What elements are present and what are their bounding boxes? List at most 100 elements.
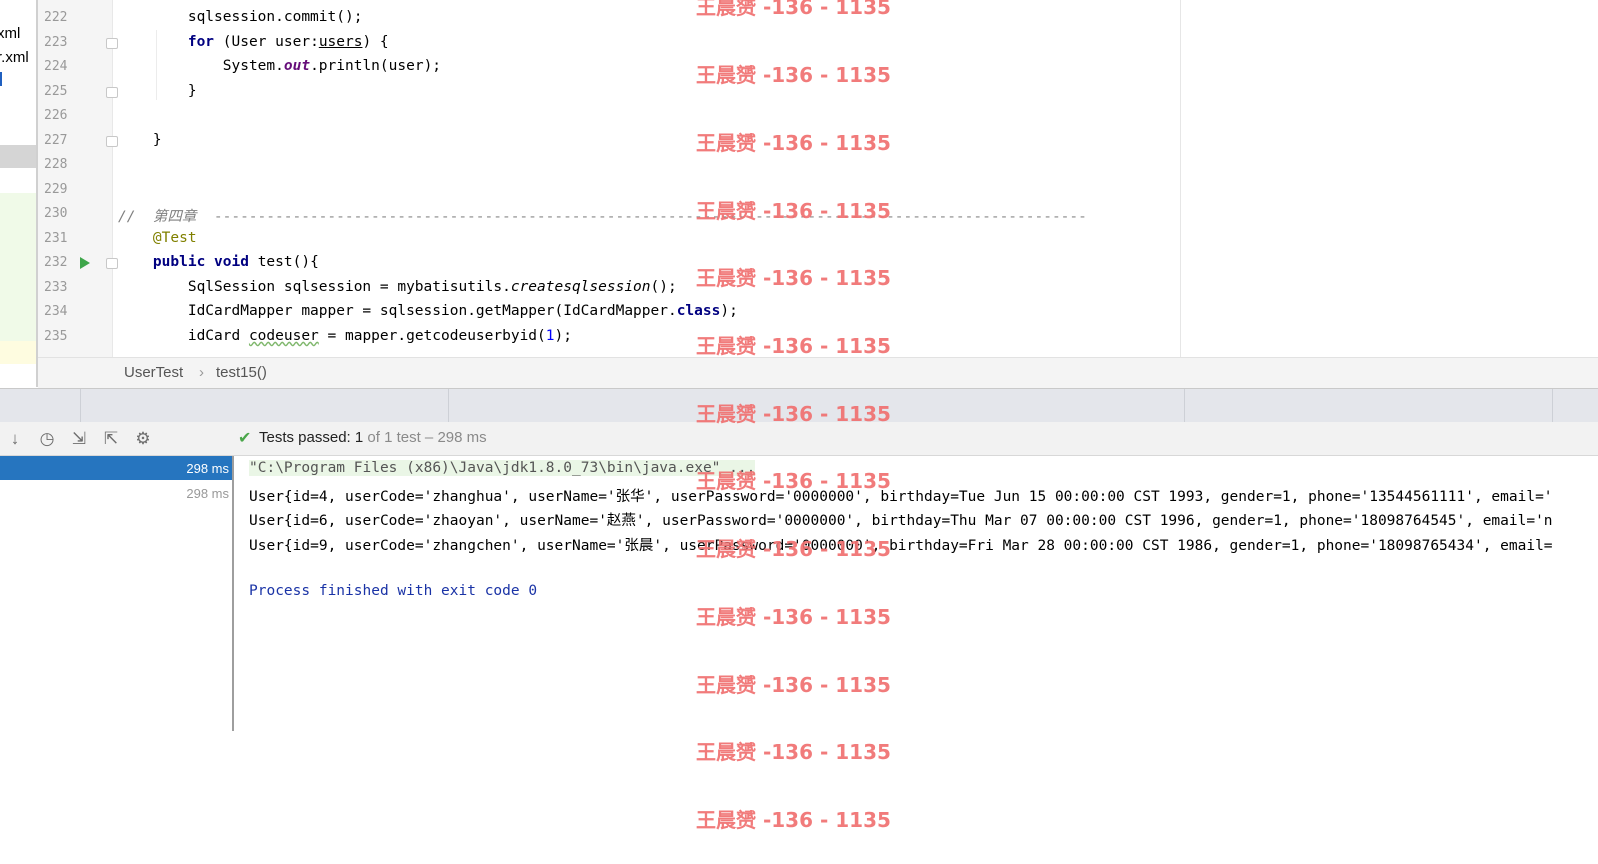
console-line: User{id=6, userCode='zhaoyan', userName=… (249, 513, 1553, 529)
code-line: for (User user:users) { (118, 34, 389, 50)
console-line: User{id=4, userCode='zhanghua', userName… (249, 489, 1553, 505)
number-literal: 1 (545, 328, 555, 344)
watermark: 王晨赟 -136 - 1135 (696, 199, 891, 223)
watermark: 王晨赟 -136 - 1135 (696, 673, 891, 697)
console-line: User{id=9, userCode='zhangchen', userNam… (249, 538, 1553, 554)
keyword: void (214, 254, 249, 270)
watermark: 王晨赟 -136 - 1135 (696, 605, 891, 629)
line-number: 223 (44, 35, 68, 50)
project-item[interactable]: r.xml (0, 49, 29, 66)
keyword: for (187, 34, 215, 50)
export-icon[interactable]: ⇱ (101, 429, 121, 449)
code-line: // 第四章 ---------------------------------… (118, 205, 1087, 226)
code-text: IdCardMapper mapper = sqlsession.getMapp… (118, 303, 677, 319)
code-line: @Test (118, 230, 197, 246)
watermark: 王晨赟 -136 - 1135 (696, 63, 891, 87)
test-duration: 298 ms (186, 461, 229, 476)
right-margin-guide (1180, 0, 1181, 357)
line-number: 234 (44, 304, 68, 319)
splitter[interactable] (232, 456, 234, 731)
line-number: 222 (44, 10, 68, 25)
test-tree-row[interactable]: 298 ms (0, 481, 233, 505)
fold-marker-icon[interactable] (106, 136, 118, 147)
test-tree: 298 ms 298 ms (0, 456, 233, 731)
line-number: 235 (44, 329, 68, 344)
history-icon[interactable]: ◷ (37, 429, 57, 449)
code-line: sqlsession.commit(); (118, 9, 363, 25)
comment-dashes: ----------------------------------------… (213, 209, 1087, 225)
watermark: 王晨赟 -136 - 1135 (696, 402, 891, 426)
code-text: SqlSession sqlsession = mybatisutils. (118, 279, 511, 295)
code-text: codeuser (248, 328, 319, 344)
status-sub: of 1 test – 298 ms (363, 429, 487, 446)
code-text: (User user: (214, 34, 319, 50)
code-line: public void test(){ (118, 254, 319, 270)
line-number: 232 (44, 255, 68, 270)
header-divider (1552, 389, 1553, 422)
code-text: createsqlsession (510, 279, 651, 295)
line-number: 227 (44, 133, 68, 148)
console-output[interactable]: "C:\Program Files (x86)\Java\jdk1.8.0_73… (235, 456, 1598, 756)
project-panel: xml r.xml (0, 0, 37, 387)
vcs-change-band (0, 193, 37, 341)
breadcrumb: UserTest › test15() (38, 357, 1598, 388)
fold-marker-icon[interactable] (106, 258, 118, 269)
code-text: ) { (362, 34, 389, 50)
import-tests-icon[interactable]: ⇲ (69, 429, 89, 449)
watermark: 王晨赟 -136 - 1135 (696, 537, 891, 561)
code-editor[interactable]: 222 223 224 225 226 227 228 229 230 231 … (38, 0, 1598, 357)
watermark: 王晨赟 -136 - 1135 (696, 266, 891, 290)
watermark: 王晨赟 -136 - 1135 (696, 131, 891, 155)
code-text: (); (650, 279, 677, 295)
code-text: out (283, 58, 311, 74)
breadcrumb-method[interactable]: test15() (216, 364, 267, 381)
project-item-marker (0, 72, 2, 86)
code-line: SqlSession sqlsession = mybatisutils.cre… (118, 279, 677, 295)
check-icon: ✔ (238, 430, 252, 447)
code-text: ); (554, 328, 572, 344)
run-test-icon[interactable] (80, 257, 90, 269)
watermark: 王晨赟 -136 - 1135 (696, 334, 891, 358)
code-text: .println(user); (310, 58, 442, 74)
code-text: ); (720, 303, 738, 319)
test-tree-row[interactable]: 298 ms (0, 456, 233, 480)
line-number: 233 (44, 280, 68, 295)
line-number: 224 (44, 59, 68, 74)
line-number: 229 (44, 182, 68, 197)
code-line: IdCardMapper mapper = sqlsession.getMapp… (118, 303, 738, 319)
comment-text: // 第四章 (118, 209, 214, 225)
console-command-line[interactable]: "C:\Program Files (x86)\Java\jdk1.8.0_73… (249, 460, 756, 476)
watermark: 王晨赟 -136 - 1135 (696, 0, 891, 19)
breadcrumb-class[interactable]: UserTest (124, 364, 183, 381)
status-main: Tests passed: 1 (259, 429, 364, 446)
watermark: 王晨赟 -136 - 1135 (696, 740, 891, 764)
project-selected-row[interactable] (0, 145, 37, 168)
code-text: test(){ (248, 254, 319, 270)
gutter-separator (112, 0, 113, 357)
keyword: public (152, 254, 206, 270)
fold-marker-icon[interactable] (106, 87, 118, 98)
arrow-down-icon[interactable]: ↓ (5, 429, 25, 449)
code-line: } (118, 83, 197, 99)
code-line: idCard codeuser = mapper.getcodeuserbyid… (118, 328, 572, 344)
code-text: sqlsession.commit(); (118, 9, 363, 25)
gear-icon[interactable]: ⚙ (133, 429, 153, 449)
line-number: 225 (44, 84, 68, 99)
project-item[interactable]: xml (0, 25, 20, 42)
watermark: 王晨赟 -136 - 1135 (696, 469, 891, 493)
code-text: users (318, 34, 363, 50)
fold-marker-icon[interactable] (106, 38, 118, 49)
line-number: 230 (44, 206, 68, 221)
line-number: 228 (44, 157, 68, 172)
code-text: = mapper.getcodeuserbyid( (318, 328, 546, 344)
annotation: @Test (152, 230, 197, 246)
code-line: System.out.println(user); (118, 58, 441, 74)
line-number: 226 (44, 108, 68, 123)
header-divider (80, 389, 81, 422)
line-number: 231 (44, 231, 68, 246)
watermark: 王晨赟 -136 - 1135 (696, 808, 891, 832)
vcs-modified-band (0, 341, 37, 364)
keyword: class (676, 303, 721, 319)
header-divider (1184, 389, 1185, 422)
header-divider (448, 389, 449, 422)
